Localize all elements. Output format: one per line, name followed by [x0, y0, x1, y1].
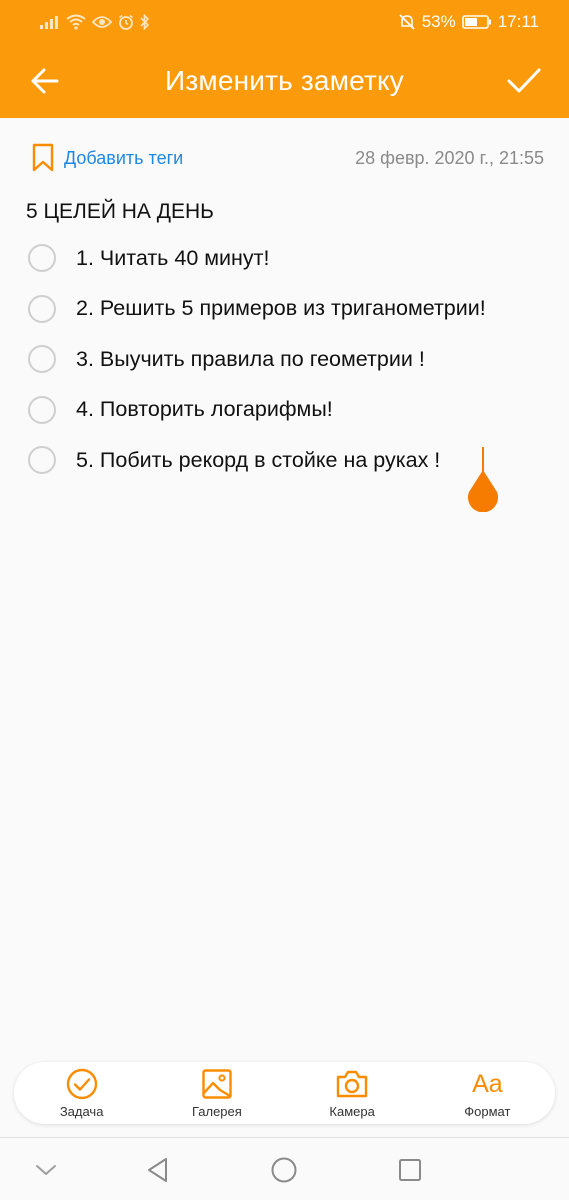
alarm-icon	[118, 14, 134, 30]
task-tool-label: Задача	[59, 1104, 104, 1119]
system-nav-bar	[0, 1137, 569, 1200]
task-checkbox[interactable]	[28, 244, 56, 273]
text-format-icon: Aa	[472, 1070, 503, 1098]
back-button[interactable]	[10, 44, 80, 118]
bottom-toolbar: Задача Галерея Камера Aa Формат	[14, 1062, 555, 1124]
gallery-tool-label: Галерея	[191, 1104, 242, 1119]
note-meta-row: Добавить теги 28 февр. 2020 г., 21:55	[0, 118, 569, 198]
eye-icon	[92, 15, 112, 29]
nav-back-button[interactable]	[128, 1138, 188, 1200]
bookmark-icon	[32, 143, 54, 172]
note-title[interactable]: 5 ЦЕЛЕЙ НА ДЕНЬ	[26, 200, 214, 224]
checkmark-icon	[507, 68, 541, 93]
mute-icon	[398, 13, 416, 31]
triangle-back-icon	[148, 1157, 167, 1182]
add-tags-label: Добавить теги	[64, 147, 184, 168]
format-tool-label: Формат	[464, 1104, 511, 1119]
bluetooth-icon	[140, 14, 150, 30]
signal-icon	[40, 15, 60, 29]
task-text[interactable]: 3. Выучить правила по геометрии !	[76, 347, 425, 372]
camera-tool-button[interactable]: Камера	[297, 1067, 407, 1119]
task-text[interactable]: 4. Повторить логарифмы!	[76, 397, 333, 422]
nav-collapse-button[interactable]	[16, 1138, 76, 1200]
task-checkbox[interactable]	[28, 345, 56, 374]
task-item: 4. Повторить логарифмы!	[0, 385, 569, 436]
task-item: 3. Выучить правила по геометрии !	[0, 334, 569, 385]
image-icon	[202, 1069, 232, 1099]
page-title: Изменить заметку	[165, 65, 404, 96]
chevron-down-icon	[36, 1164, 56, 1175]
battery-icon	[461, 14, 492, 30]
arrow-left-icon	[31, 68, 59, 94]
task-item: 1. Читать 40 минут!	[0, 233, 569, 284]
gallery-tool-button[interactable]: Галерея	[162, 1067, 272, 1119]
cursor-handle[interactable]	[466, 470, 500, 517]
format-tool-button[interactable]: Aa Формат	[432, 1067, 542, 1119]
wifi-icon	[66, 14, 86, 30]
task-tool-button[interactable]: Задача	[27, 1067, 137, 1119]
square-recents-icon	[399, 1158, 421, 1181]
circle-home-icon	[271, 1157, 297, 1182]
screen: 53% 17:11 Изменить заметку Добавить теги…	[0, 0, 569, 1200]
add-tags-button[interactable]: Добавить теги	[0, 143, 183, 173]
app-header: Изменить заметку	[0, 44, 569, 118]
task-checkbox[interactable]	[28, 395, 56, 424]
task-text[interactable]: 5. Побить рекорд в стойке на руках !	[76, 448, 440, 473]
check-circle-icon	[66, 1068, 97, 1100]
status-left-icons	[0, 14, 150, 30]
camera-tool-label: Камера	[329, 1104, 375, 1119]
task-checkbox[interactable]	[28, 446, 56, 475]
clock-time: 17:11	[497, 12, 539, 31]
status-bar: 53% 17:11	[0, 0, 569, 44]
status-right-icons: 53% 17:11	[398, 12, 569, 32]
nav-home-button[interactable]	[254, 1138, 314, 1200]
note-date: 28 февр. 2020 г., 21:55	[355, 147, 544, 168]
task-checkbox[interactable]	[28, 294, 56, 323]
task-item: 2. Решить 5 примеров из триганометрии!	[0, 284, 569, 335]
task-text[interactable]: 1. Читать 40 минут!	[76, 246, 269, 271]
battery-percent: 53%	[421, 12, 456, 31]
nav-recents-button[interactable]	[380, 1138, 440, 1200]
task-text[interactable]: 2. Решить 5 примеров из триганометрии!	[76, 296, 486, 321]
done-button[interactable]	[489, 44, 559, 118]
cursor-handle-icon	[468, 470, 498, 513]
camera-icon	[336, 1070, 368, 1098]
